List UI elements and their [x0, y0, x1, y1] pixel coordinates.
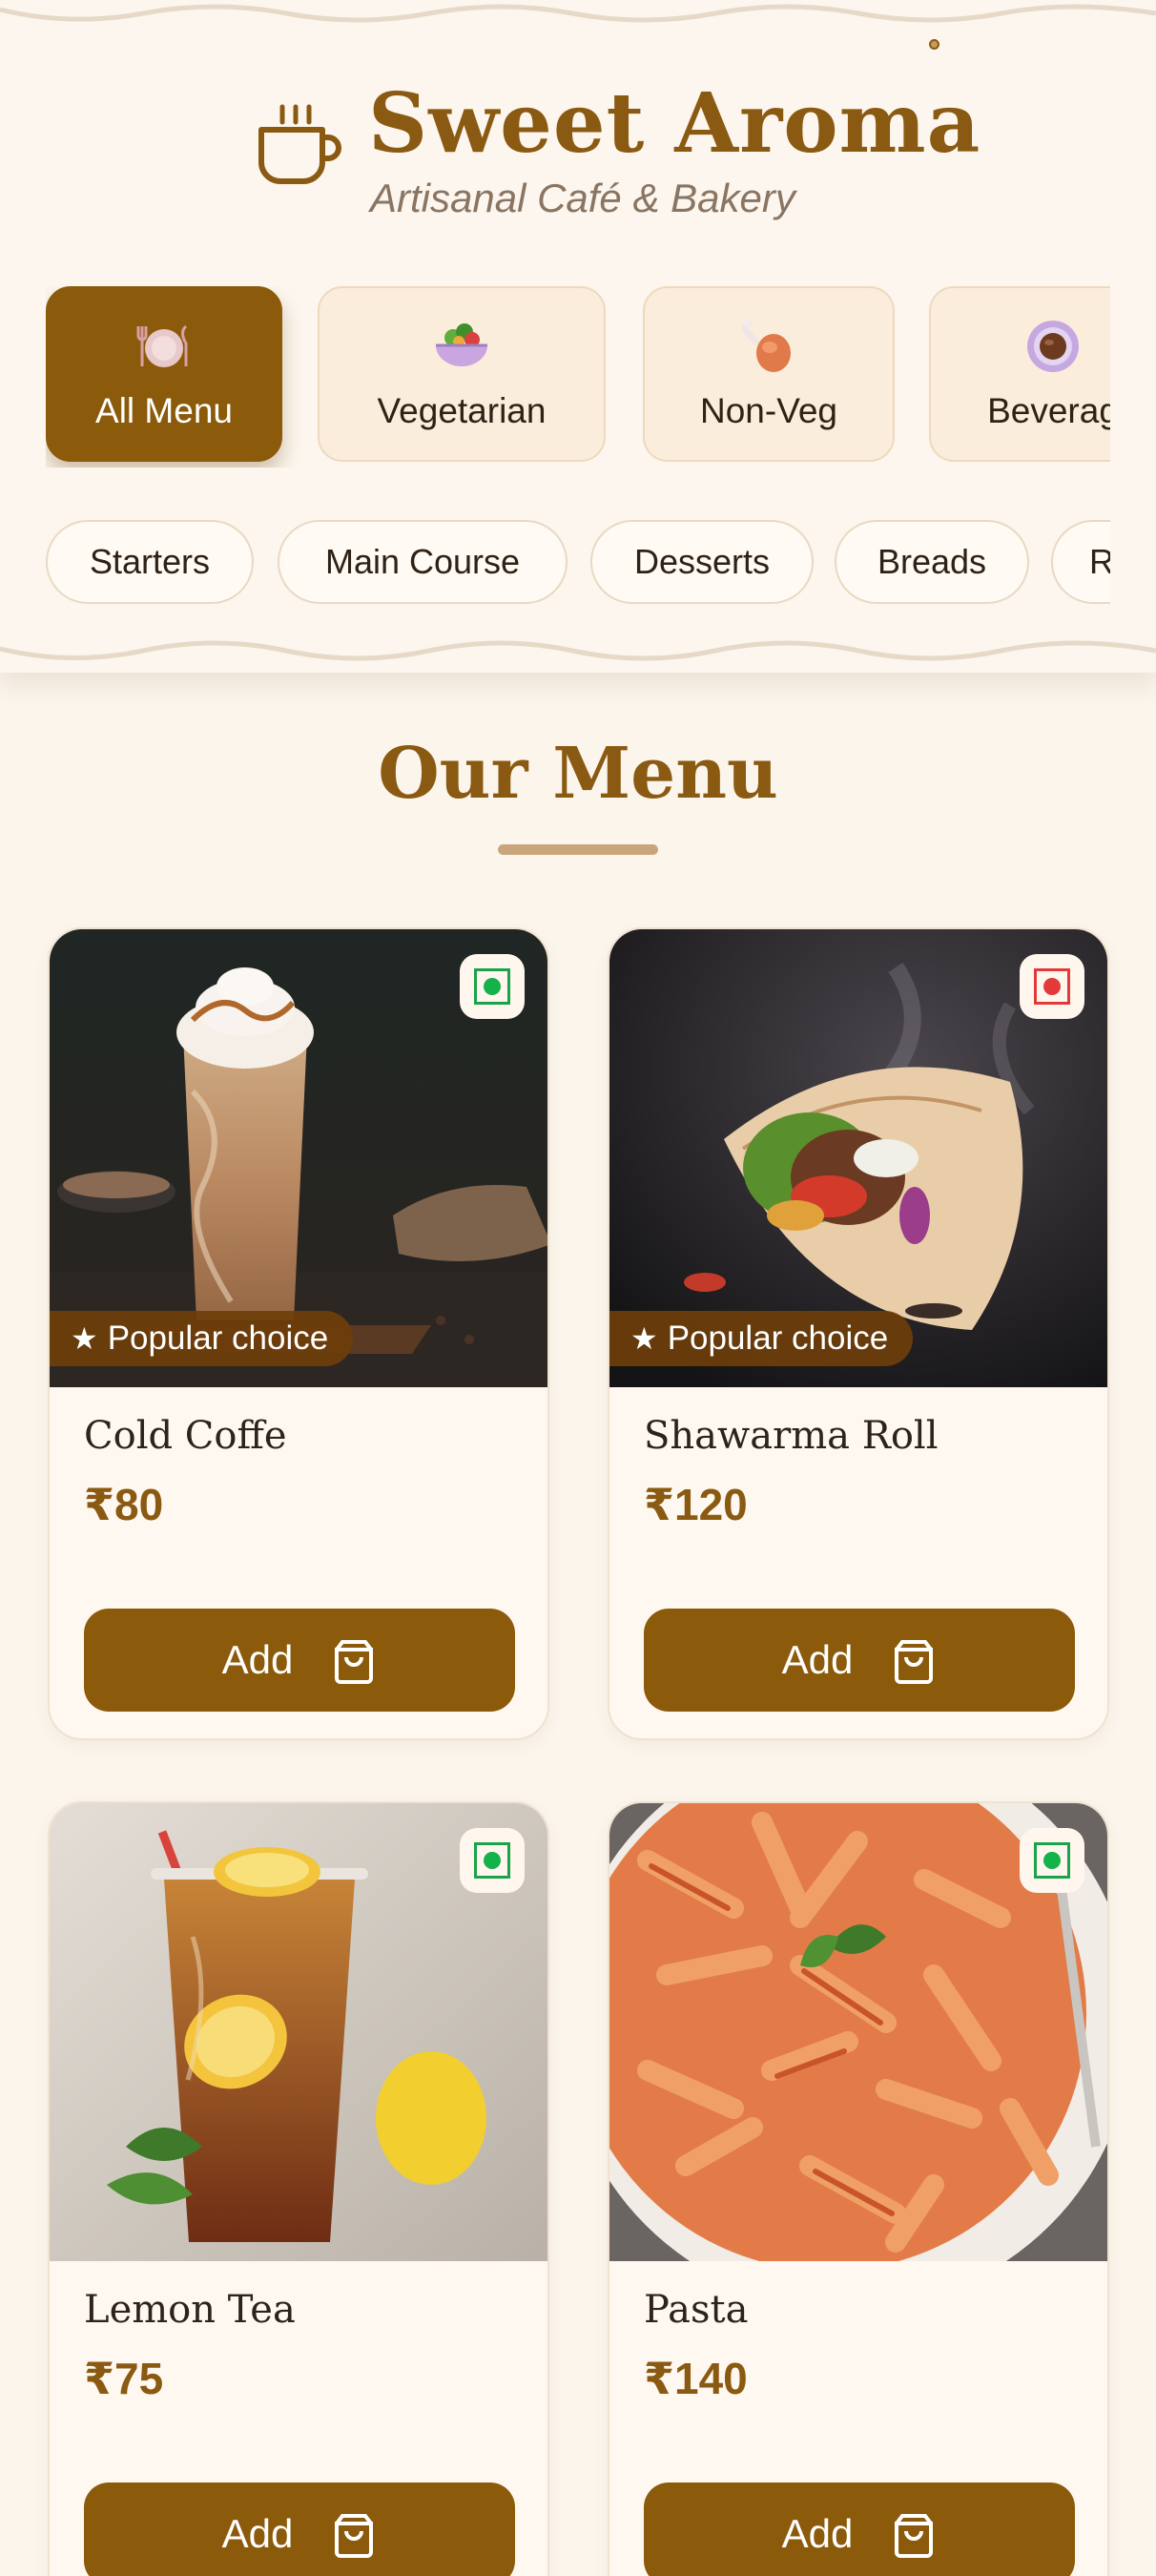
category-label: Vegetarian	[377, 391, 547, 430]
plate-cutlery-icon	[136, 324, 188, 367]
header-wave-bottom	[0, 640, 1156, 661]
veg-indicator-icon	[1034, 1842, 1070, 1879]
item-name: Shawarma Roll	[644, 1414, 939, 1458]
shopping-bag-icon	[335, 2514, 374, 2558]
add-label: Add	[781, 2511, 854, 2556]
item-price: ₹75	[84, 2354, 164, 2403]
item-price: ₹140	[644, 2354, 748, 2403]
category-label: All Menu	[95, 391, 233, 430]
veg-indicator-icon	[474, 968, 510, 1005]
veg-badge	[460, 954, 525, 1019]
brand-logo: Sweet Aroma Artisanal Café & Bakery	[250, 76, 980, 229]
star-icon: ★	[630, 1321, 658, 1356]
chicken-leg-icon	[741, 319, 791, 372]
item-name: Lemon Tea	[84, 2288, 296, 2332]
add-label: Add	[221, 2511, 294, 2556]
registered-mark	[929, 39, 939, 50]
star-icon: ★	[71, 1321, 98, 1356]
item-name: Pasta	[644, 2288, 749, 2332]
category-tabs: All Menu Vegetarian Non-Veg Beverag	[46, 286, 1110, 467]
non-veg-badge	[1020, 954, 1084, 1019]
add-to-cart-button[interactable]: Add	[644, 1609, 1075, 1712]
add-to-cart-button[interactable]: Add	[644, 2483, 1075, 2576]
menu-item-card[interactable]: Lemon Tea ₹75 Add	[48, 1801, 549, 2576]
brand-subtitle: Artisanal Café & Bakery	[370, 176, 795, 220]
menu-title: Our Menu	[378, 733, 778, 815]
header-wave-top	[0, 4, 1156, 23]
veg-badge	[1020, 1828, 1084, 1893]
filter-partial[interactable]: R	[1051, 520, 1110, 604]
shopping-bag-icon	[335, 1640, 374, 1684]
popular-label: Popular choice	[667, 1319, 889, 1357]
menu-title-underline	[498, 844, 658, 855]
menu-item-card[interactable]: ★ Popular choice Shawarma Roll ₹120 Add	[608, 927, 1109, 1740]
category-label: Beverag	[987, 391, 1110, 430]
category-all-menu[interactable]: All Menu	[46, 286, 282, 462]
category-non-veg[interactable]: Non-Veg	[643, 286, 895, 462]
filter-breads[interactable]: Breads	[835, 520, 1029, 604]
category-vegetarian[interactable]: Vegetarian	[318, 286, 606, 462]
add-to-cart-button[interactable]: Add	[84, 2483, 515, 2576]
category-label: Non-Veg	[700, 391, 837, 430]
add-label: Add	[221, 1637, 294, 1682]
item-price: ₹120	[644, 1480, 748, 1529]
menu-item-card[interactable]: ★ Popular choice Cold Coffe ₹80 Add	[48, 927, 549, 1740]
veg-badge	[460, 1828, 525, 1893]
popular-badge: ★ Popular choice	[609, 1311, 914, 1366]
coffee-cup-icon	[1027, 321, 1079, 372]
item-price: ₹80	[84, 1480, 164, 1529]
popular-label: Popular choice	[107, 1319, 329, 1357]
add-label: Add	[781, 1637, 854, 1682]
brand-title: Sweet Aroma	[368, 75, 981, 172]
subcategory-filters: Starters Main Course Desserts Breads R	[46, 520, 1110, 608]
filter-starters[interactable]: Starters	[46, 520, 254, 604]
shopping-bag-icon	[895, 1640, 934, 1684]
menu-item-card[interactable]: Pasta ₹140 Add	[608, 1801, 1109, 2576]
add-to-cart-button[interactable]: Add	[84, 1609, 515, 1712]
item-name: Cold Coffe	[84, 1414, 287, 1458]
filter-desserts[interactable]: Desserts	[590, 520, 814, 604]
category-beverages[interactable]: Beverag	[929, 286, 1110, 462]
veg-indicator-icon	[474, 1842, 510, 1879]
salad-bowl-icon	[436, 323, 487, 366]
app-header: Sweet Aroma Artisanal Café & Bakery All …	[0, 0, 1156, 673]
popular-badge: ★ Popular choice	[50, 1311, 354, 1366]
non-veg-indicator-icon	[1034, 968, 1070, 1005]
filter-main-course[interactable]: Main Course	[278, 520, 568, 604]
shopping-bag-icon	[895, 2514, 934, 2558]
coffee-cup-icon	[258, 104, 341, 184]
